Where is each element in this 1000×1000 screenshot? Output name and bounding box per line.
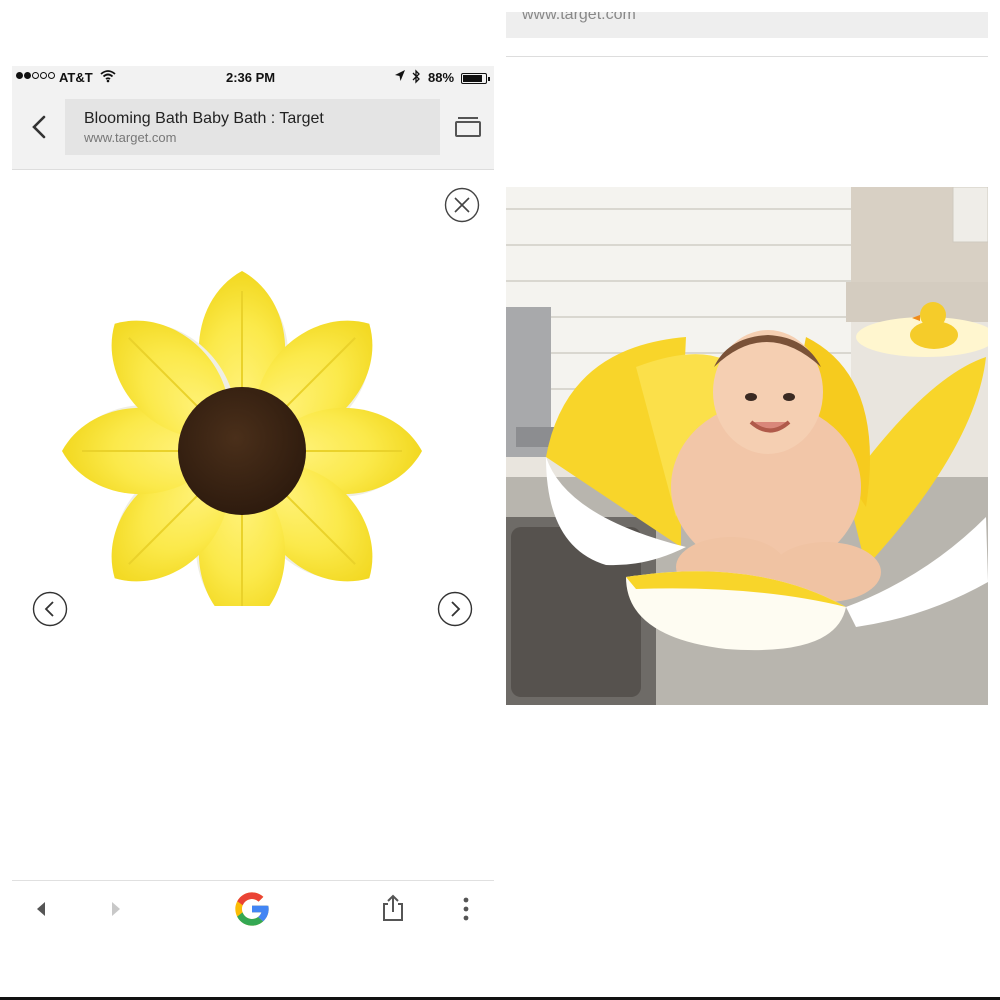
battery-percent: 88% [428, 70, 455, 85]
forward-arrow-icon[interactable] [107, 899, 125, 919]
product-image [62, 271, 422, 606]
battery-icon [461, 73, 490, 84]
page-title: Blooming Bath Baby Bath : Target [84, 110, 324, 127]
tabs-button[interactable] [454, 115, 482, 139]
bottom-toolbar [12, 880, 494, 935]
clock: 2:36 PM [226, 70, 276, 85]
cropped-address-bar: www.target.com [506, 12, 988, 38]
phone-screenshot: AT&T 2:36 PM 88% Blooming Bath Baby Bath… [12, 66, 494, 935]
share-icon[interactable] [380, 893, 406, 923]
address-bar[interactable]: Blooming Bath Baby Bath : Target www.tar… [65, 99, 440, 155]
cropped-url-text: www.target.com [522, 12, 636, 23]
divider [506, 56, 988, 57]
more-vert-icon[interactable] [458, 895, 474, 923]
back-arrow-icon[interactable] [32, 899, 50, 919]
bluetooth-icon [412, 69, 420, 84]
browser-header: Blooming Bath Baby Bath : Target www.tar… [12, 90, 494, 170]
back-button[interactable] [26, 112, 52, 142]
location-icon [395, 70, 405, 81]
previous-image-button[interactable] [32, 591, 68, 627]
next-image-button[interactable] [437, 591, 473, 627]
signal-strength-icon [16, 72, 55, 79]
wifi-icon [100, 70, 116, 83]
close-image-button[interactable] [444, 187, 480, 223]
status-bar: AT&T 2:36 PM 88% [12, 66, 494, 90]
page-url: www.target.com [84, 130, 177, 145]
google-logo[interactable] [232, 889, 272, 929]
carrier-label: AT&T [59, 70, 93, 85]
baby-in-bath-photo [506, 187, 988, 705]
